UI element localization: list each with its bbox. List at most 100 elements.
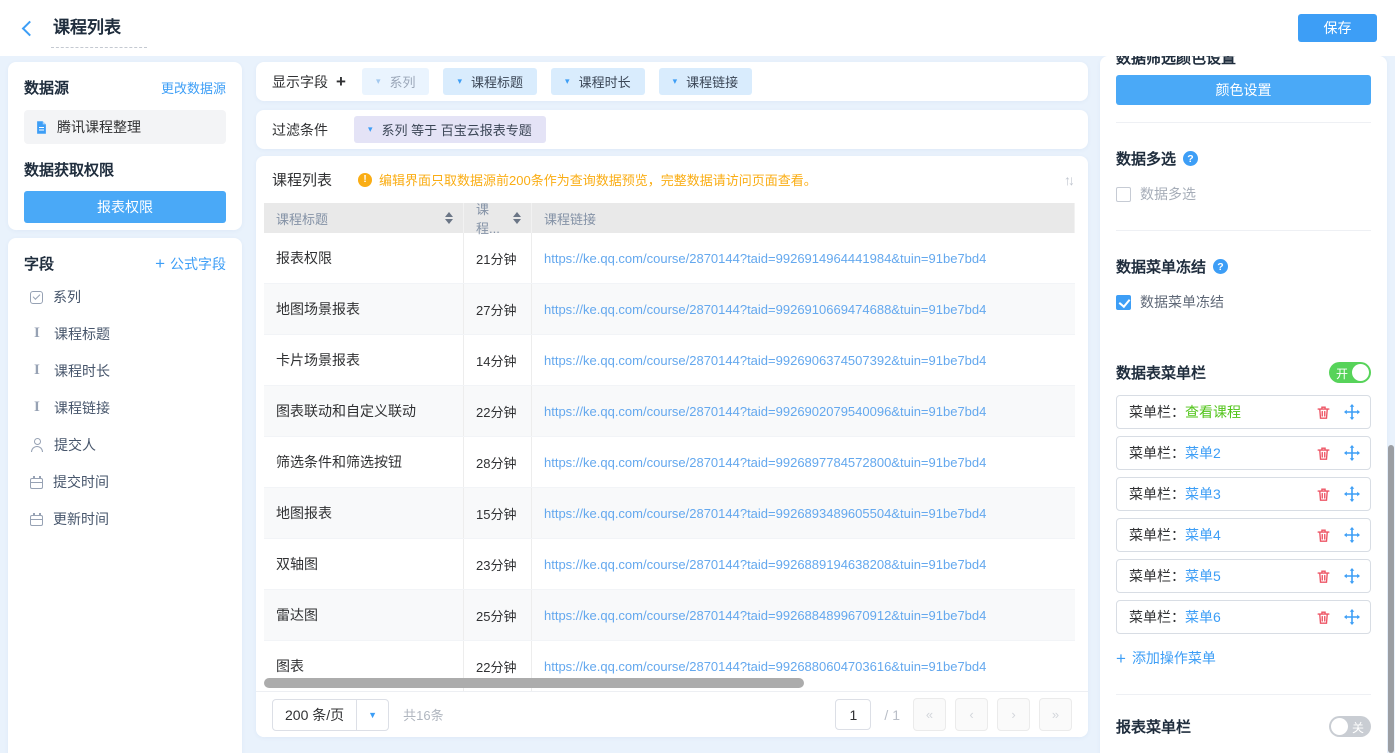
trash-icon[interactable] <box>1316 528 1331 543</box>
page-title: 课程列表 <box>51 9 147 48</box>
move-icon[interactable] <box>1344 568 1360 584</box>
table-row[interactable]: 报表权限 21分钟 https://ke.qq.com/course/28701… <box>264 233 1075 284</box>
course-url-link[interactable]: https://ke.qq.com/course/2870144?taid=99… <box>532 284 1075 334</box>
menu-item-name: 菜单3 <box>1185 484 1221 504</box>
field-item[interactable]: 课程链接 <box>24 393 226 423</box>
course-url-link[interactable]: https://ke.qq.com/course/2870144?taid=99… <box>532 386 1075 436</box>
table-warning: 编辑界面只取数据源前200条作为查询数据预览，完整数据请访问页面查看。 <box>358 170 817 189</box>
menu-bar-item[interactable]: 菜单栏： 菜单4 <box>1116 518 1371 552</box>
table-column-header[interactable]: 课程... <box>464 203 532 233</box>
help-icon[interactable] <box>1213 259 1228 274</box>
course-url-link[interactable]: https://ke.qq.com/course/2870144?taid=99… <box>532 437 1075 487</box>
help-icon[interactable] <box>1183 151 1198 166</box>
field-type-icon <box>30 478 43 489</box>
field-chip[interactable]: ▾ 课程时长 <box>551 68 645 95</box>
freeze-checkbox-label: 数据菜单冻结 <box>1140 292 1224 312</box>
trash-icon[interactable] <box>1316 569 1331 584</box>
add-display-field-icon[interactable]: + <box>336 72 346 92</box>
pager-button[interactable]: » <box>1039 698 1072 731</box>
menu-bar-list: 菜单栏： 查看课程 菜单栏： 菜单2 菜单栏： 菜单3 <box>1116 395 1371 634</box>
add-formula-field-link[interactable]: + 公式字段 <box>155 254 226 274</box>
menu-bar-item[interactable]: 菜单栏： 菜单5 <box>1116 559 1371 593</box>
menu-item-prefix: 菜单栏： <box>1129 443 1185 463</box>
page-size-value: 200 条/页 <box>273 705 356 725</box>
course-title-cell: 筛选条件和筛选按钮 <box>264 437 464 487</box>
sort-order-icon[interactable]: ↑↓ <box>1064 172 1072 188</box>
field-item[interactable]: 课程标题 <box>24 319 226 349</box>
course-url-link[interactable]: https://ke.qq.com/course/2870144?taid=99… <box>532 488 1075 538</box>
horizontal-scrollbar[interactable] <box>264 678 804 688</box>
table-row[interactable]: 筛选条件和筛选按钮 28分钟 https://ke.qq.com/course/… <box>264 437 1075 488</box>
add-action-menu-link[interactable]: + 添加操作菜单 <box>1116 648 1371 668</box>
menu-item-prefix: 菜单栏： <box>1129 402 1185 422</box>
trash-icon[interactable] <box>1316 487 1331 502</box>
move-icon[interactable] <box>1344 609 1360 625</box>
color-settings-button[interactable]: 颜色设置 <box>1116 75 1371 105</box>
table-header-row: 课程标题 课程... 课程链接 <box>264 203 1075 233</box>
field-type-icon <box>30 401 44 415</box>
menu-item-name: 菜单5 <box>1185 566 1221 586</box>
vertical-scrollbar[interactable] <box>1388 445 1394 753</box>
field-item[interactable]: 更新时间 <box>24 504 226 534</box>
toggle-off-label: 关 <box>1352 719 1364 736</box>
page-size-select[interactable]: 200 条/页 ▼ <box>272 699 389 731</box>
report-permission-button[interactable]: 报表权限 <box>24 191 226 223</box>
trash-icon[interactable] <box>1316 446 1331 461</box>
report-menu-toggle[interactable]: 关 <box>1329 716 1371 737</box>
change-datasource-link[interactable]: 更改数据源 <box>161 78 226 97</box>
course-url-link[interactable]: https://ke.qq.com/course/2870144?taid=99… <box>532 335 1075 385</box>
course-duration-cell: 14分钟 <box>464 335 532 385</box>
move-icon[interactable] <box>1344 445 1360 461</box>
move-icon[interactable] <box>1344 527 1360 543</box>
filter-card: 过滤条件 ▾ 系列 等于 百宝云报表专题 <box>256 110 1088 149</box>
field-chip[interactable]: ▾ 系列 <box>362 68 430 95</box>
table-row[interactable]: 图表联动和自定义联动 22分钟 https://ke.qq.com/course… <box>264 386 1075 437</box>
menu-item-name: 菜单6 <box>1185 607 1221 627</box>
back-icon[interactable] <box>22 20 38 36</box>
pager-button[interactable]: › <box>997 698 1030 731</box>
field-chip[interactable]: ▾ 课程链接 <box>659 68 753 95</box>
trash-icon[interactable] <box>1316 610 1331 625</box>
total-count: 共16条 <box>403 705 443 724</box>
course-url-link[interactable]: https://ke.qq.com/course/2870144?taid=99… <box>532 233 1075 283</box>
menu-bar-item[interactable]: 菜单栏： 菜单2 <box>1116 436 1371 470</box>
table-row[interactable]: 地图报表 15分钟 https://ke.qq.com/course/28701… <box>264 488 1075 539</box>
course-title-cell: 地图报表 <box>264 488 464 538</box>
table-column-header[interactable]: 课程链接 <box>532 203 1075 233</box>
menu-bar-item[interactable]: 菜单栏： 菜单6 <box>1116 600 1371 634</box>
table-menu-toggle[interactable]: 开 <box>1329 362 1371 383</box>
field-item[interactable]: 课程时长 <box>24 356 226 386</box>
display-fields-card: 显示字段 + ▾ 系列 ▾ 课程标题 ▾ 课程时长 ▾ 课程链接 <box>256 62 1088 101</box>
checkbox-unchecked-icon[interactable] <box>1116 187 1131 202</box>
course-url-link[interactable]: https://ke.qq.com/course/2870144?taid=99… <box>532 590 1075 640</box>
freeze-checkbox-row[interactable]: 数据菜单冻结 <box>1116 292 1371 312</box>
checkbox-checked-icon[interactable] <box>1116 295 1131 310</box>
trash-icon[interactable] <box>1316 405 1331 420</box>
table-row[interactable]: 卡片场景报表 14分钟 https://ke.qq.com/course/287… <box>264 335 1075 386</box>
table-row[interactable]: 地图场景报表 27分钟 https://ke.qq.com/course/287… <box>264 284 1075 335</box>
field-item[interactable]: 提交时间 <box>24 467 226 497</box>
multi-select-checkbox-row[interactable]: 数据多选 <box>1116 184 1371 204</box>
table-row[interactable]: 双轴图 23分钟 https://ke.qq.com/course/287014… <box>264 539 1075 590</box>
table-column-header[interactable]: 课程标题 <box>264 203 464 233</box>
course-table-card: 课程列表 编辑界面只取数据源前200条作为查询数据预览，完整数据请访问页面查看。… <box>256 156 1088 737</box>
sort-arrows-icon[interactable] <box>513 212 521 224</box>
field-chip[interactable]: ▾ 课程标题 <box>443 68 537 95</box>
sort-arrows-icon[interactable] <box>445 212 453 224</box>
field-item[interactable]: 提交人 <box>24 430 226 460</box>
move-icon[interactable] <box>1344 404 1360 420</box>
save-button[interactable]: 保存 <box>1298 14 1377 42</box>
filter-chip[interactable]: ▾ 系列 等于 百宝云报表专题 <box>354 116 546 143</box>
pager-button[interactable]: ‹ <box>955 698 988 731</box>
datasource-item[interactable]: 腾讯课程整理 <box>24 110 226 144</box>
table-row[interactable]: 雷达图 25分钟 https://ke.qq.com/course/287014… <box>264 590 1075 641</box>
course-url-link[interactable]: https://ke.qq.com/course/2870144?taid=99… <box>532 539 1075 589</box>
menu-bar-item[interactable]: 菜单栏： 菜单3 <box>1116 477 1371 511</box>
color-settings-heading: 数据筛选颜色设置 <box>1116 56 1371 66</box>
pager-button[interactable]: « <box>913 698 946 731</box>
menu-bar-item[interactable]: 菜单栏： 查看课程 <box>1116 395 1371 429</box>
field-item[interactable]: 系列 <box>24 282 226 312</box>
page-number-input[interactable] <box>835 699 871 730</box>
display-field-chips: ▾ 系列 ▾ 课程标题 ▾ 课程时长 ▾ 课程链接 <box>362 68 752 95</box>
move-icon[interactable] <box>1344 486 1360 502</box>
